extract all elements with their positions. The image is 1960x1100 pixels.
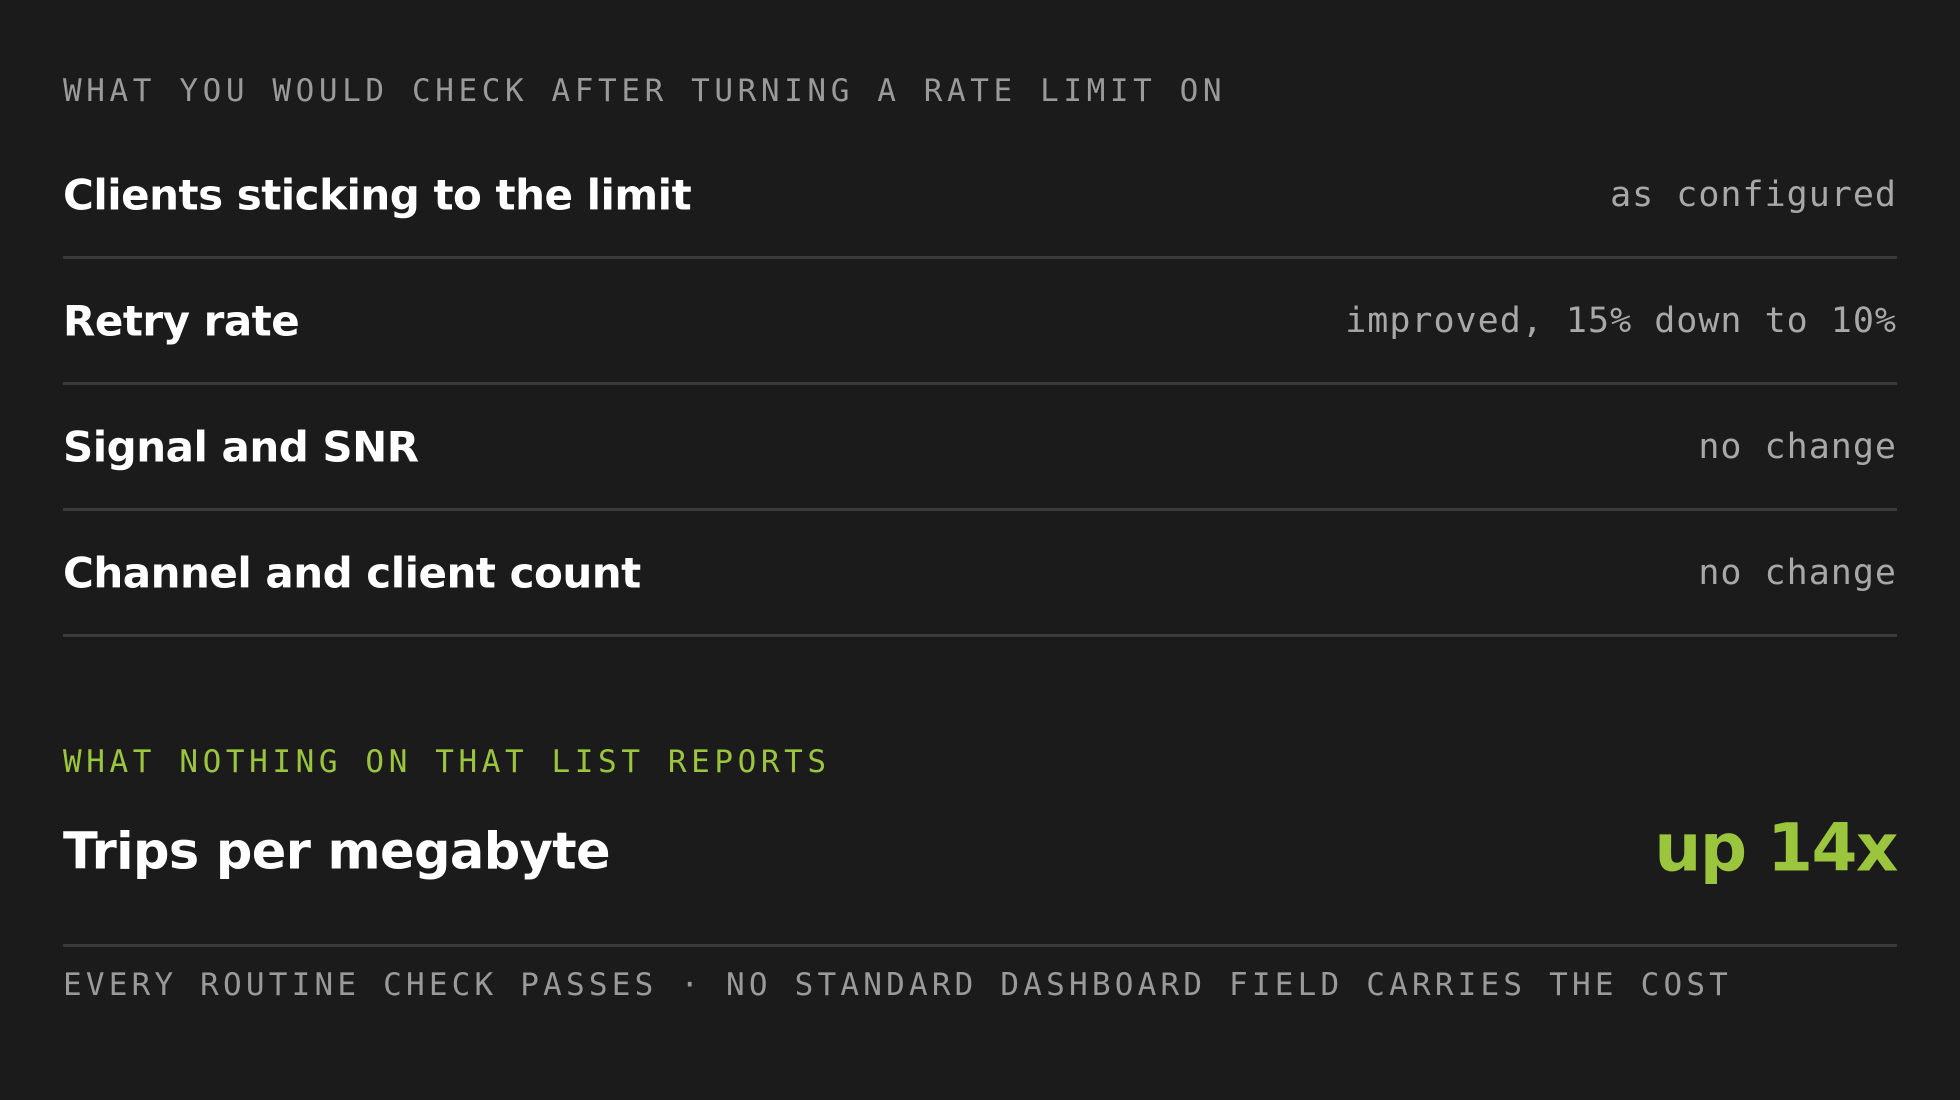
check-label: Retry rate <box>63 296 300 345</box>
check-label: Signal and SNR <box>63 422 419 471</box>
check-row-retry-rate: Retry rate improved, 15% down to 10% <box>63 259 1897 385</box>
check-value: as configured <box>1610 174 1897 215</box>
highlight-row-trips-per-megabyte: Trips per megabyte up 14x <box>63 790 1898 947</box>
check-row-signal-snr: Signal and SNR no change <box>63 385 1897 511</box>
section-header: WHAT YOU WOULD CHECK AFTER TURNING A RAT… <box>63 73 1227 109</box>
check-row-channel-client-count: Channel and client count no change <box>63 511 1897 637</box>
check-value: no change <box>1698 426 1897 467</box>
highlight-value: up 14x <box>1654 809 1898 887</box>
highlight-header: WHAT NOTHING ON THAT LIST REPORTS <box>63 744 831 780</box>
check-label: Channel and client count <box>63 548 641 597</box>
check-value: improved, 15% down to 10% <box>1345 300 1897 341</box>
highlight-label: Trips per megabyte <box>63 822 611 882</box>
check-label: Clients sticking to the limit <box>63 170 692 219</box>
rate-limit-panel: WHAT YOU WOULD CHECK AFTER TURNING A RAT… <box>63 0 1898 1100</box>
check-row-clients-sticking: Clients sticking to the limit as configu… <box>63 133 1897 259</box>
check-value: no change <box>1698 552 1897 593</box>
footer-note: EVERY ROUTINE CHECK PASSES · NO STANDARD… <box>63 967 1733 1003</box>
